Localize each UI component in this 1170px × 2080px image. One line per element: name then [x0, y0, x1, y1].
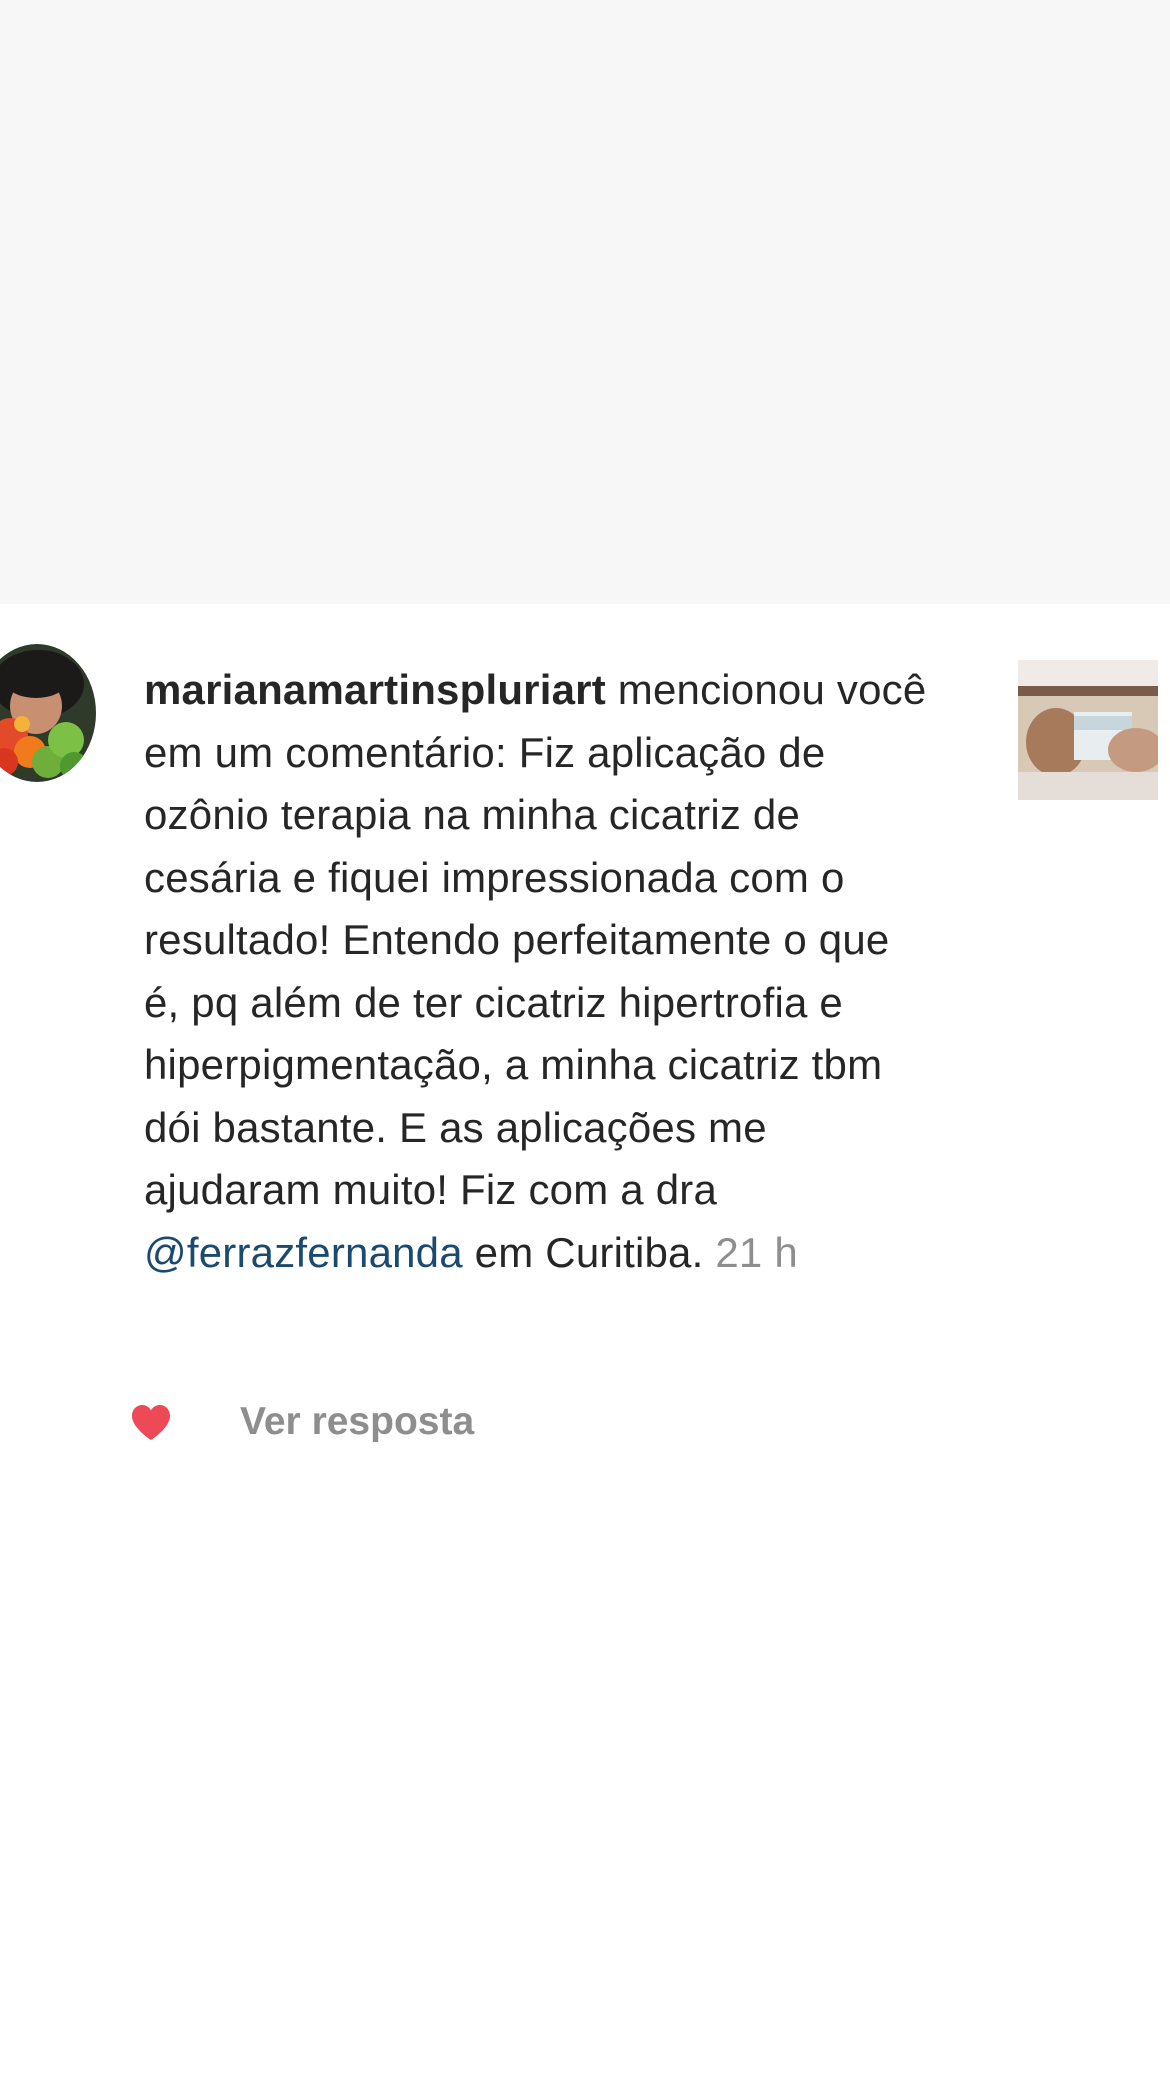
- timestamp: 21 h: [703, 1228, 798, 1276]
- comment-body: mencionou você em um comentário: Fiz apl…: [144, 666, 927, 1213]
- blank-top-area: [0, 0, 1170, 604]
- notification-actions: Ver resposta: [0, 1394, 1170, 1454]
- user-avatar[interactable]: [0, 644, 96, 782]
- mention-notification[interactable]: marianamartinspluriart mencionou você em…: [0, 604, 1170, 1464]
- heart-icon[interactable]: [130, 1404, 172, 1442]
- comment-text: marianamartinspluriart mencionou você em…: [144, 659, 934, 1284]
- username-link[interactable]: marianamartinspluriart: [144, 666, 606, 713]
- comment-location: em Curitiba.: [462, 1228, 704, 1276]
- mention-link[interactable]: @ferrazfernanda: [144, 1229, 463, 1276]
- view-reply-link[interactable]: Ver resposta: [240, 1400, 474, 1444]
- post-thumbnail[interactable]: [1018, 660, 1158, 800]
